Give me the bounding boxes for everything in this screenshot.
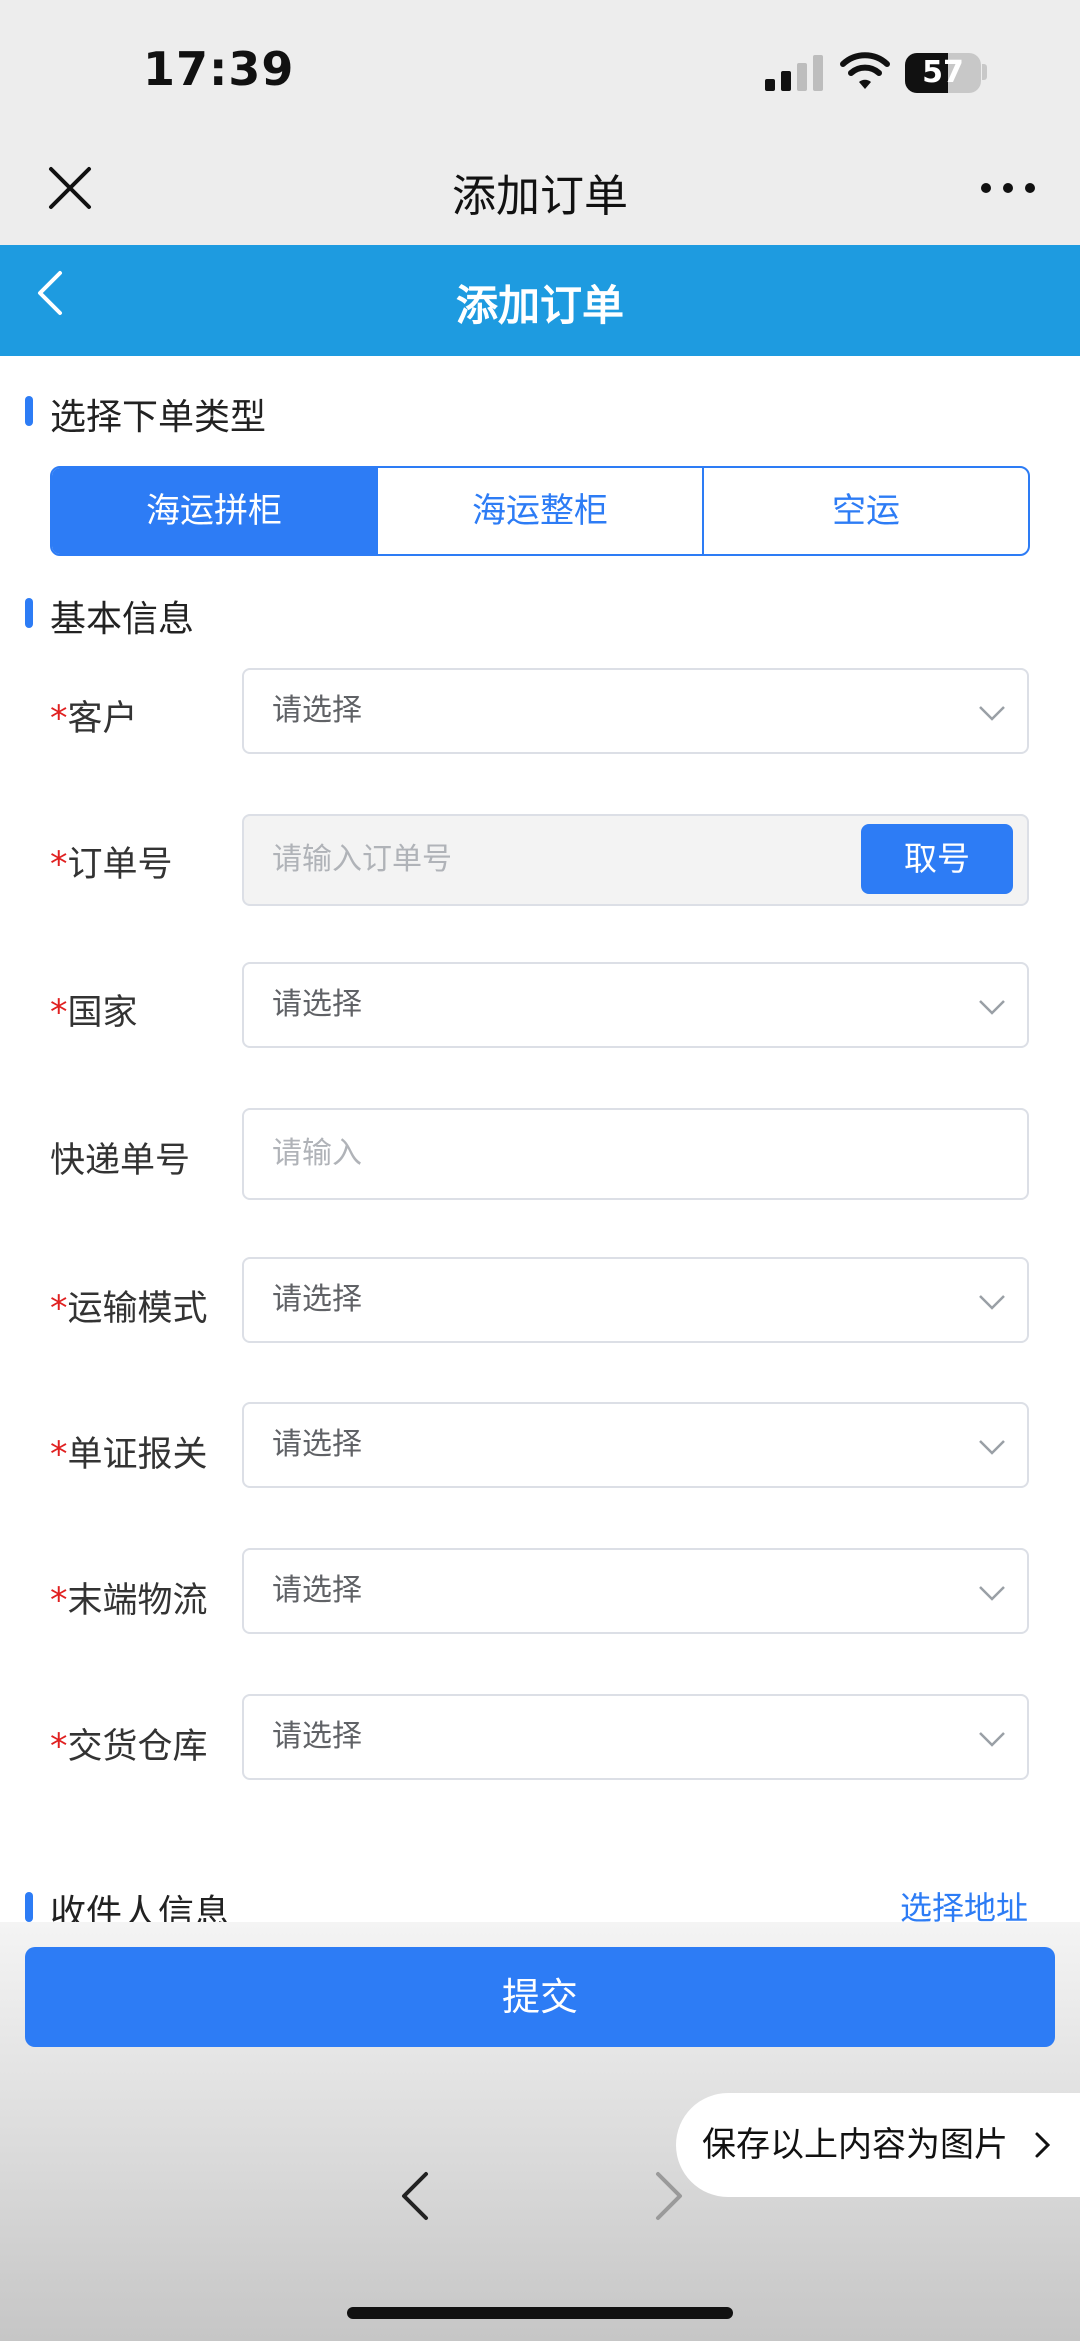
wifi-icon (840, 52, 890, 89)
customs-select[interactable]: 请选择 (242, 1402, 1029, 1488)
order-type-air[interactable]: 空运 (704, 468, 1028, 554)
miniprogram-title: 添加订单 (452, 171, 628, 222)
express-number-label: 快递单号 (50, 1141, 191, 1181)
section-marker (25, 1892, 33, 1922)
customer-label: *客户 (50, 699, 138, 739)
save-as-image-label: 保存以上内容为图片 (702, 2125, 1008, 2165)
transport-mode-label: *运输模式 (50, 1289, 208, 1329)
chevron-down-icon (979, 1000, 1005, 1015)
battery-icon: 57 (905, 53, 981, 93)
required-mark: * (50, 699, 68, 739)
section-title-basic-info: 基本信息 (50, 599, 195, 640)
chevron-down-icon (979, 706, 1005, 721)
browser-back-icon[interactable] (398, 2170, 432, 2222)
order-type-sea-fcl[interactable]: 海运整柜 (378, 468, 704, 554)
submit-button[interactable]: 提交 (25, 1947, 1055, 2047)
cellular-signal-icon (765, 55, 823, 91)
chevron-down-icon (979, 1586, 1005, 1601)
battery-tip (982, 64, 987, 80)
status-time: 17:39 (143, 42, 295, 96)
home-indicator (347, 2307, 733, 2319)
customs-label: *单证报关 (50, 1435, 208, 1475)
section-marker (25, 598, 33, 628)
country-select[interactable]: 请选择 (242, 962, 1029, 1048)
last-mile-select[interactable]: 请选择 (242, 1548, 1029, 1634)
required-mark: * (50, 845, 68, 885)
chevron-right-icon (1035, 2132, 1051, 2158)
transport-mode-select[interactable]: 请选择 (242, 1257, 1029, 1343)
warehouse-select[interactable]: 请选择 (242, 1694, 1029, 1780)
get-number-button[interactable]: 取号 (861, 824, 1013, 894)
warehouse-label: *交货仓库 (50, 1727, 208, 1767)
browser-forward-icon[interactable] (652, 2170, 686, 2222)
order-number-label: *订单号 (50, 845, 173, 885)
customer-select[interactable]: 请选择 (242, 668, 1029, 754)
chevron-down-icon (979, 1295, 1005, 1310)
required-mark: * (50, 1289, 68, 1329)
order-type-segmented-control: 海运拼柜 海运整柜 空运 (50, 466, 1030, 556)
more-icon[interactable] (980, 180, 1036, 196)
required-mark: * (50, 1581, 68, 1621)
battery-level: 57 (922, 55, 964, 90)
page-title: 添加订单 (455, 281, 624, 330)
chevron-down-icon (979, 1732, 1005, 1747)
order-number-input[interactable]: 请输入订单号 取号 (242, 814, 1029, 906)
section-title-order-type: 选择下单类型 (50, 397, 267, 438)
save-as-image-button[interactable]: 保存以上内容为图片 (676, 2093, 1080, 2197)
required-mark: * (50, 993, 68, 1033)
section-marker (25, 396, 33, 426)
chevron-down-icon (979, 1440, 1005, 1455)
country-label: *国家 (50, 993, 138, 1033)
express-number-input[interactable]: 请输入 (242, 1108, 1029, 1200)
last-mile-label: *末端物流 (50, 1581, 208, 1621)
required-mark: * (50, 1727, 68, 1767)
order-type-sea-lcl[interactable]: 海运拼柜 (52, 468, 378, 554)
required-mark: * (50, 1435, 68, 1475)
